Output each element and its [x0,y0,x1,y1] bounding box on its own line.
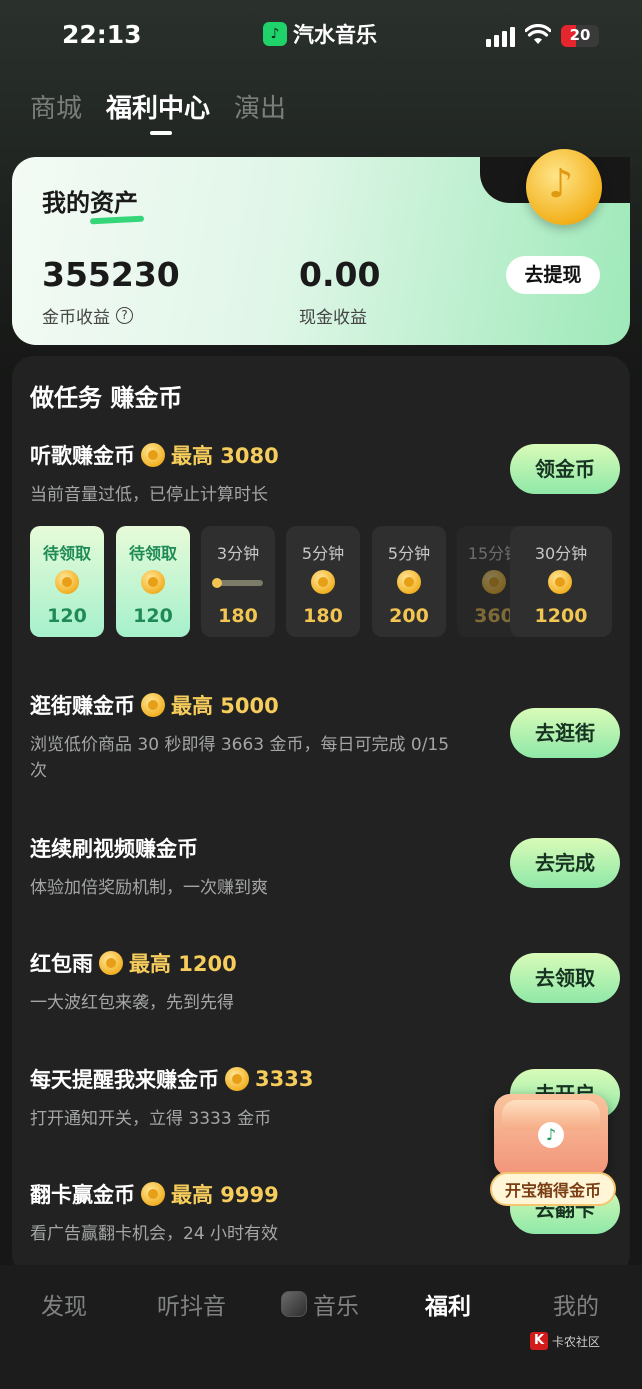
slot-label: 待领取 [128,544,177,563]
watermark-logo-icon: K [530,1332,548,1350]
coins-label: 金币收益 [42,308,110,328]
coin-icon [141,443,165,467]
task-shop-subtitle: 浏览低价商品 30 秒即得 3663 金币，每日可完成 0/15 次 [30,735,450,781]
coin-icon [99,951,123,975]
asset-title-highlight: 资产 [90,189,138,217]
status-time: 22:13 [62,20,142,49]
tab-shows[interactable]: 演出 [234,88,286,125]
slot-amount: 200 [389,605,429,627]
avatar [281,1291,307,1317]
task-remind-subtitle: 打开通知开关，立得 3333 金币 [30,1109,272,1129]
watermark-text: 卡农社区 [552,1334,601,1349]
task-flipcard-title: 翻卡赢金币 [30,1183,135,1207]
nav-music-label: 音乐 [313,1294,359,1320]
slot-amount: 180 [303,605,343,627]
watermark: K 卡农社区 [530,1332,600,1350]
tab-mall[interactable]: 商城 [30,88,82,125]
task-redpacket-reward: 最高 1200 [129,952,237,976]
coins-value: 355230 [42,255,180,294]
asset-card: 我的资产 355230 金币收益 ? 0.00 现金收益 去提现 [12,149,630,345]
time-slot[interactable]: 待领取 120 [116,526,190,637]
nav-music[interactable]: 音乐 [281,1287,359,1321]
app-indicator: ♪ 汽水音乐 [263,19,377,49]
coin-icon [141,693,165,717]
music-lock-icon: ♪ [538,1122,564,1148]
coin-icon [141,570,165,594]
time-slot: 3分钟 180 [201,526,275,637]
claim-coins-button[interactable]: 领金币 [510,444,620,494]
top-tabs: 商城 福利中心 演出 [30,88,286,135]
slot-label: 3分钟 [216,544,260,563]
task-listen-title: 听歌赚金币 [30,444,135,468]
gold-coin-icon [526,149,602,225]
task-redpacket-subtitle: 一大波红包来袭，先到先得 [30,993,234,1013]
nav-douyin[interactable]: 听抖音 [157,1287,226,1321]
task-remind-title: 每天提醒我来赚金币 [30,1068,219,1092]
coin-icon [55,570,79,594]
time-slot: 30分钟 1200 [510,526,612,637]
go-claim-button[interactable]: 去领取 [510,953,620,1003]
nav-me[interactable]: 我的 [553,1287,599,1321]
slot-label: 5分钟 [387,544,431,563]
app-name: 汽水音乐 [293,23,377,47]
coin-icon [141,1182,165,1206]
battery-icon: 20 [561,25,599,47]
withdraw-button[interactable]: 去提现 [506,256,600,294]
coins-label-row: 金币收益 ? [42,303,133,328]
task-redpacket-title: 红包雨 [30,952,93,976]
task-redpacket: 红包雨 最高 1200 一大波红包来袭，先到先得 去领取 [30,948,620,1016]
nav-discover[interactable]: 发现 [41,1287,87,1321]
coin-icon [311,570,335,594]
cash-value: 0.00 [299,255,381,294]
task-listen-reward: 最高 3080 [171,444,279,468]
task-listen: 听歌赚金币 最高 3080 当前音量过低，已停止计算时长 领金币 [30,440,620,508]
coin-stack-icon [548,570,572,594]
task-listen-subtitle: 当前音量过低，已停止计算时长 [30,485,268,505]
status-bar: 22:13 ♪ 汽水音乐 20 [0,0,642,70]
slot-amount: 120 [47,605,87,627]
slot-progress-bar [212,578,263,588]
slot-amount: 1200 [534,605,588,627]
task-shop: 逛街赚金币 最高 5000 浏览低价商品 30 秒即得 3663 金币，每日可完… [30,690,620,784]
coin-icon [397,570,421,594]
task-flipcard-reward: 最高 9999 [171,1183,279,1207]
go-shopping-button[interactable]: 去逛街 [510,708,620,758]
bottom-nav: 发现 听抖音 音乐 福利 我的 [0,1265,642,1389]
task-video: 连续刷视频赚金币 体验加倍奖励机制，一次赚到爽 去完成 [30,833,620,901]
task-shop-title: 逛街赚金币 [30,694,135,718]
treasure-chest-icon[interactable]: ♪ [494,1094,608,1176]
task-video-subtitle: 体验加倍奖励机制，一次赚到爽 [30,878,268,898]
coin-icon [482,570,506,594]
signal-icon [486,27,515,47]
open-chest-label[interactable]: 开宝箱得金币 [490,1172,616,1206]
slot-label: 待领取 [42,544,91,563]
tab-welfare-center[interactable]: 福利中心 [106,88,210,135]
asset-title: 我的资产 [42,183,138,218]
wifi-icon [525,24,551,44]
nav-welfare[interactable]: 福利 [425,1287,471,1321]
app-logo-icon: ♪ [263,22,287,46]
task-shop-reward: 最高 5000 [171,694,279,718]
slot-label: 30分钟 [534,544,588,563]
coin-icon [225,1067,249,1091]
tasks-title: 做任务 赚金币 [30,384,183,412]
time-slot: 5分钟 200 [372,526,446,637]
go-complete-button[interactable]: 去完成 [510,838,620,888]
task-flipcard-subtitle: 看广告赢翻卡机会，24 小时有效 [30,1224,279,1244]
cash-label: 现金收益 [299,308,367,328]
listen-time-slots: 待领取 120 待领取 120 3分钟 180 5分钟 180 5分钟 200 … [30,526,620,638]
help-icon[interactable]: ? [116,307,133,324]
task-remind-reward: 3333 [255,1067,314,1091]
slot-label: 5分钟 [301,544,345,563]
asset-title-prefix: 我的 [42,189,90,217]
slot-amount: 120 [133,605,173,627]
battery-level: 20 [569,26,591,44]
slot-amount: 180 [218,605,258,627]
time-slot[interactable]: 待领取 120 [30,526,104,637]
time-slot: 5分钟 180 [286,526,360,637]
